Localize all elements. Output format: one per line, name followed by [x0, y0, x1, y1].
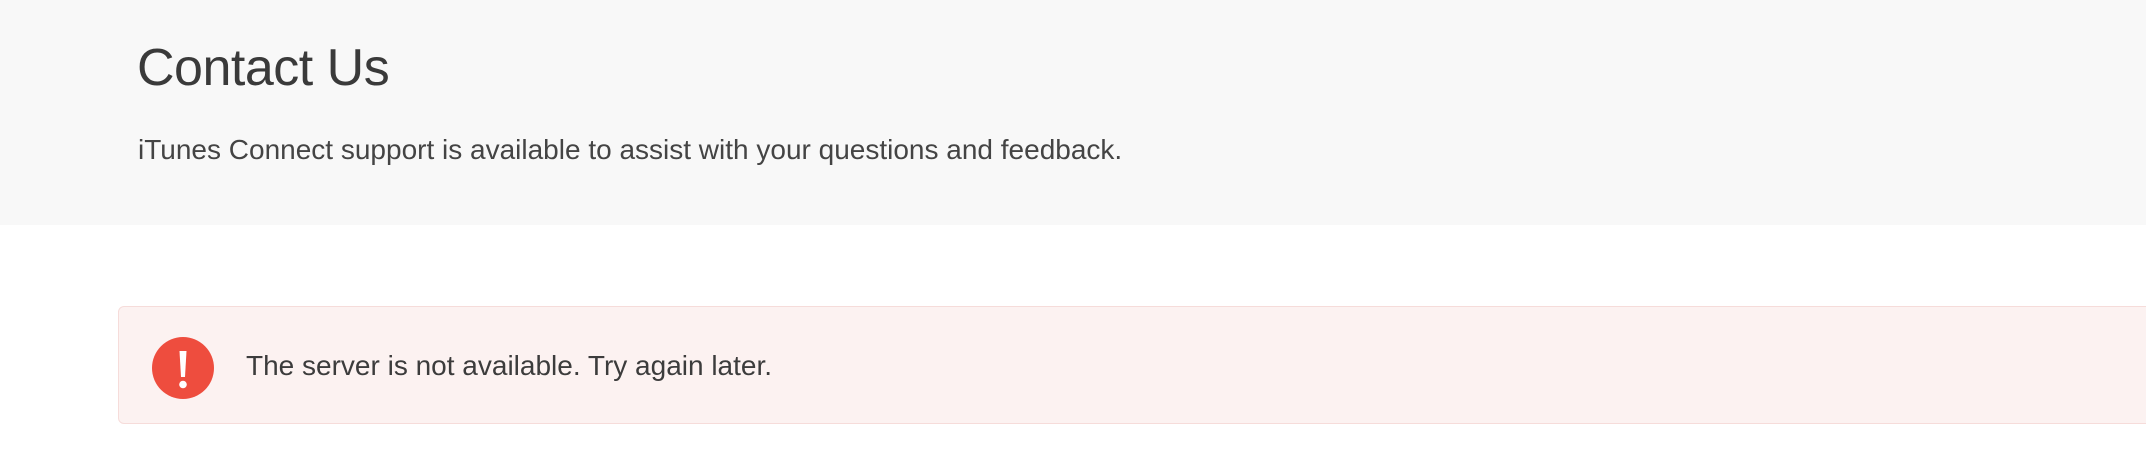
- page-title: Contact Us: [137, 39, 390, 97]
- page-header: Contact Us iTunes Connect support is ava…: [0, 0, 2146, 225]
- error-message: The server is not available. Try again l…: [246, 350, 773, 381]
- page-subtitle: iTunes Connect support is available to a…: [138, 134, 1123, 165]
- error-banner: The server is not available. Try again l…: [118, 306, 2146, 424]
- exclamation-circle-icon: [152, 337, 214, 399]
